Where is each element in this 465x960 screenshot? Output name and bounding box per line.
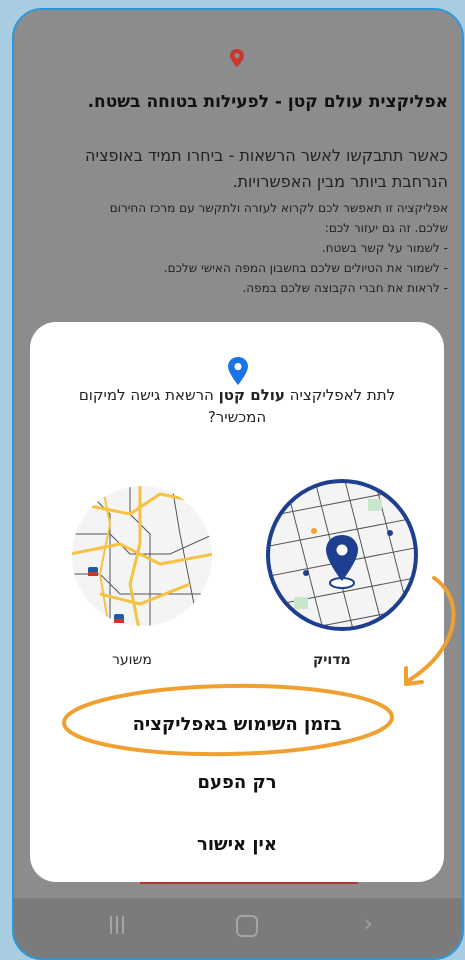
background-title: אפליקצית עולם קטן - לפעילות בטוחה בשטח. bbox=[87, 92, 448, 112]
background-lead: כאשר תתבקשו לאשר הרשאות - ביחרו תמיד באו… bbox=[23, 143, 448, 195]
body-line: - לשמור את הטיולים שלכם בחשבון המפה האיש… bbox=[163, 261, 448, 275]
recents-icon[interactable] bbox=[110, 916, 128, 934]
permission-question: לתת לאפליקציה עולם קטן הרשאת גישה למיקום… bbox=[50, 384, 424, 428]
home-icon[interactable] bbox=[236, 915, 258, 937]
back-icon[interactable]: › bbox=[364, 914, 373, 936]
precise-location-option[interactable] bbox=[264, 477, 420, 633]
allow-only-once-button[interactable]: רק הפעם bbox=[30, 772, 444, 793]
location-pin-icon bbox=[230, 49, 244, 67]
body-line: - לשמור על קשר בשטח. bbox=[321, 241, 448, 255]
app-name: עולם קטן bbox=[218, 386, 285, 404]
approximate-location-option[interactable] bbox=[70, 474, 214, 634]
lead-line: הנרחבת ביותר מבין האפשרויות. bbox=[232, 172, 448, 191]
body-line: - לראות את חברי הקבוצה שלכם במפה. bbox=[242, 281, 448, 295]
deny-button[interactable]: אין אישור bbox=[30, 834, 444, 855]
precise-option-label: מדויק bbox=[313, 652, 351, 668]
allow-while-using-button[interactable]: בזמן השימוש באפליקציה bbox=[30, 714, 444, 735]
body-line: שלכם. זה גם יעזור לכם: bbox=[324, 221, 448, 235]
question-prefix: לתת לאפליקציה bbox=[284, 386, 396, 404]
lead-line: כאשר תתבקשו לאשר הרשאות - ביחרו תמיד באו… bbox=[85, 146, 448, 165]
body-line: אפליקציה זו תאפשר לכם לקרוא לעזרה ולתקשר… bbox=[109, 201, 448, 215]
navigation-bar: › bbox=[14, 898, 462, 958]
location-permission-dialog: לתת לאפליקציה עולם קטן הרשאת גישה למיקום… bbox=[30, 322, 444, 882]
phone-frame: אפליקצית עולם קטן - לפעילות בטוחה בשטח. … bbox=[12, 8, 464, 960]
approximate-option-label: משוער bbox=[112, 652, 152, 668]
location-pin-icon bbox=[228, 357, 248, 385]
background-body: אפליקציה זו תאפשר לכם לקרוא לעזרה ולתקשר… bbox=[18, 198, 448, 298]
